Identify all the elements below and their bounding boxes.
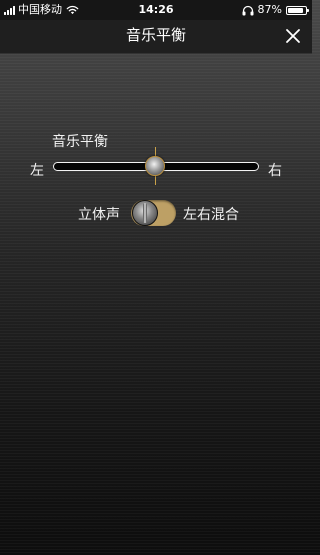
toggle-knob[interactable] [132,200,158,226]
stereo-label: 立体声 [78,207,120,223]
battery-icon [286,5,309,15]
balance-slider-thumb[interactable] [145,156,165,176]
status-right: 87% [242,0,309,20]
balance-label: 音乐平衡 [52,134,108,150]
stereo-mix-toggle[interactable] [131,200,176,226]
mix-label: 左右混合 [183,207,239,223]
battery-fill [288,7,303,13]
headphone-icon [242,5,254,15]
battery-percent: 87% [257,3,282,16]
balance-left-label: 左 [30,163,44,179]
balance-right-label: 右 [268,163,282,179]
status-bar: 中国移动 14:26 87% [0,0,312,20]
page-title: 音乐平衡 [125,26,186,44]
close-icon[interactable] [285,28,301,44]
nav-bar: 音乐平衡 [0,20,312,54]
